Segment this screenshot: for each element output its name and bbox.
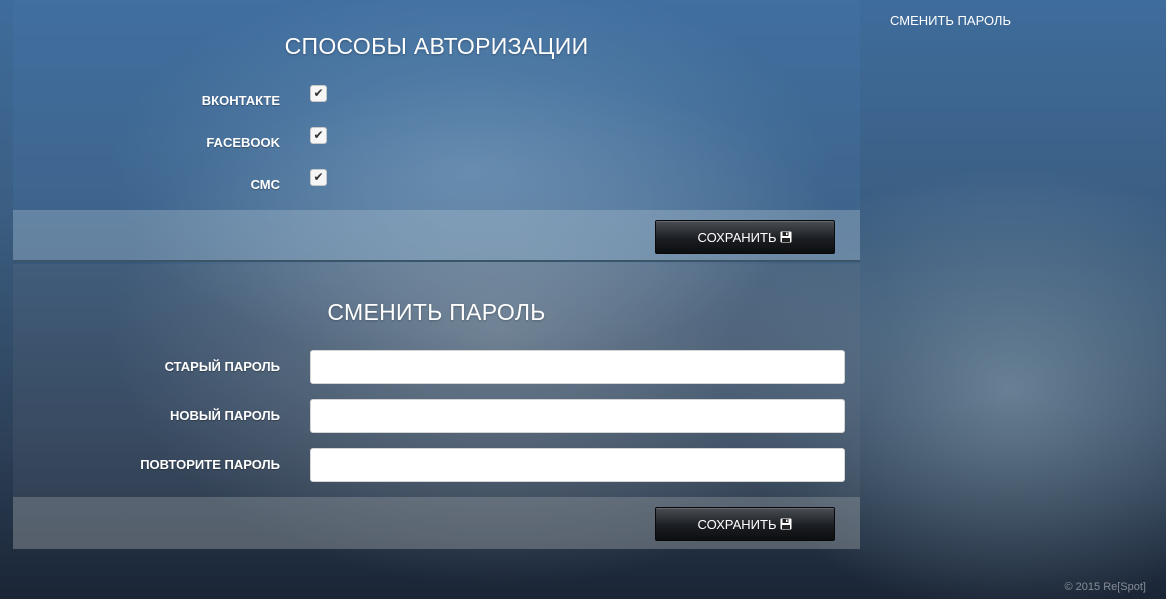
check-icon: ✔ <box>313 86 324 100</box>
save-button-label: СОХРАНИТЬ <box>697 516 777 532</box>
check-icon: ✔ <box>313 128 324 142</box>
old-password-label: СТАРЫЙ ПАРОЛЬ <box>164 359 280 374</box>
auth-methods-title: СПОСОБЫ АВТОРИЗАЦИИ <box>284 33 589 59</box>
vkontakte-checkbox[interactable]: ✔ <box>310 85 327 102</box>
repeat-password-input[interactable] <box>310 448 845 482</box>
copyright-text: © 2015 Re[Spot] <box>1064 581 1147 593</box>
new-password-input[interactable] <box>310 399 845 433</box>
sms-label: СМС <box>250 177 280 192</box>
password-footer-bar: СОХРАНИТЬ <box>13 497 860 549</box>
change-password-panel: СМЕНИТЬ ПАРОЛЬ СТАРЫЙ ПАРОЛЬ НОВЫЙ ПАРОЛ… <box>13 264 860 549</box>
repeat-password-label: ПОВТОРИТЕ ПАРОЛЬ <box>140 457 280 472</box>
floppy-disk-icon <box>780 518 792 530</box>
vkontakte-label: ВКОНТАКТЕ <box>201 93 280 108</box>
change-password-title: СМЕНИТЬ ПАРОЛЬ <box>327 299 546 325</box>
check-icon: ✔ <box>313 170 324 184</box>
save-password-button[interactable]: СОХРАНИТЬ <box>655 507 835 541</box>
floppy-disk-icon <box>780 231 792 243</box>
save-auth-button[interactable]: СОХРАНИТЬ <box>655 220 835 254</box>
facebook-label: FACEBOOK <box>206 135 280 150</box>
auth-footer-bar: СОХРАНИТЬ <box>13 210 860 262</box>
sms-checkbox[interactable]: ✔ <box>310 169 327 186</box>
sidebar-change-password-link[interactable]: СМЕНИТЬ ПАРОЛЬ <box>890 13 1011 28</box>
new-password-label: НОВЫЙ ПАРОЛЬ <box>169 408 280 423</box>
old-password-input[interactable] <box>310 350 845 384</box>
save-button-label: СОХРАНИТЬ <box>697 229 777 245</box>
auth-methods-panel: СПОСОБЫ АВТОРИЗАЦИИ ВКОНТАКТЕ ✔ FACEBOOK… <box>13 0 860 262</box>
facebook-checkbox[interactable]: ✔ <box>310 127 327 144</box>
